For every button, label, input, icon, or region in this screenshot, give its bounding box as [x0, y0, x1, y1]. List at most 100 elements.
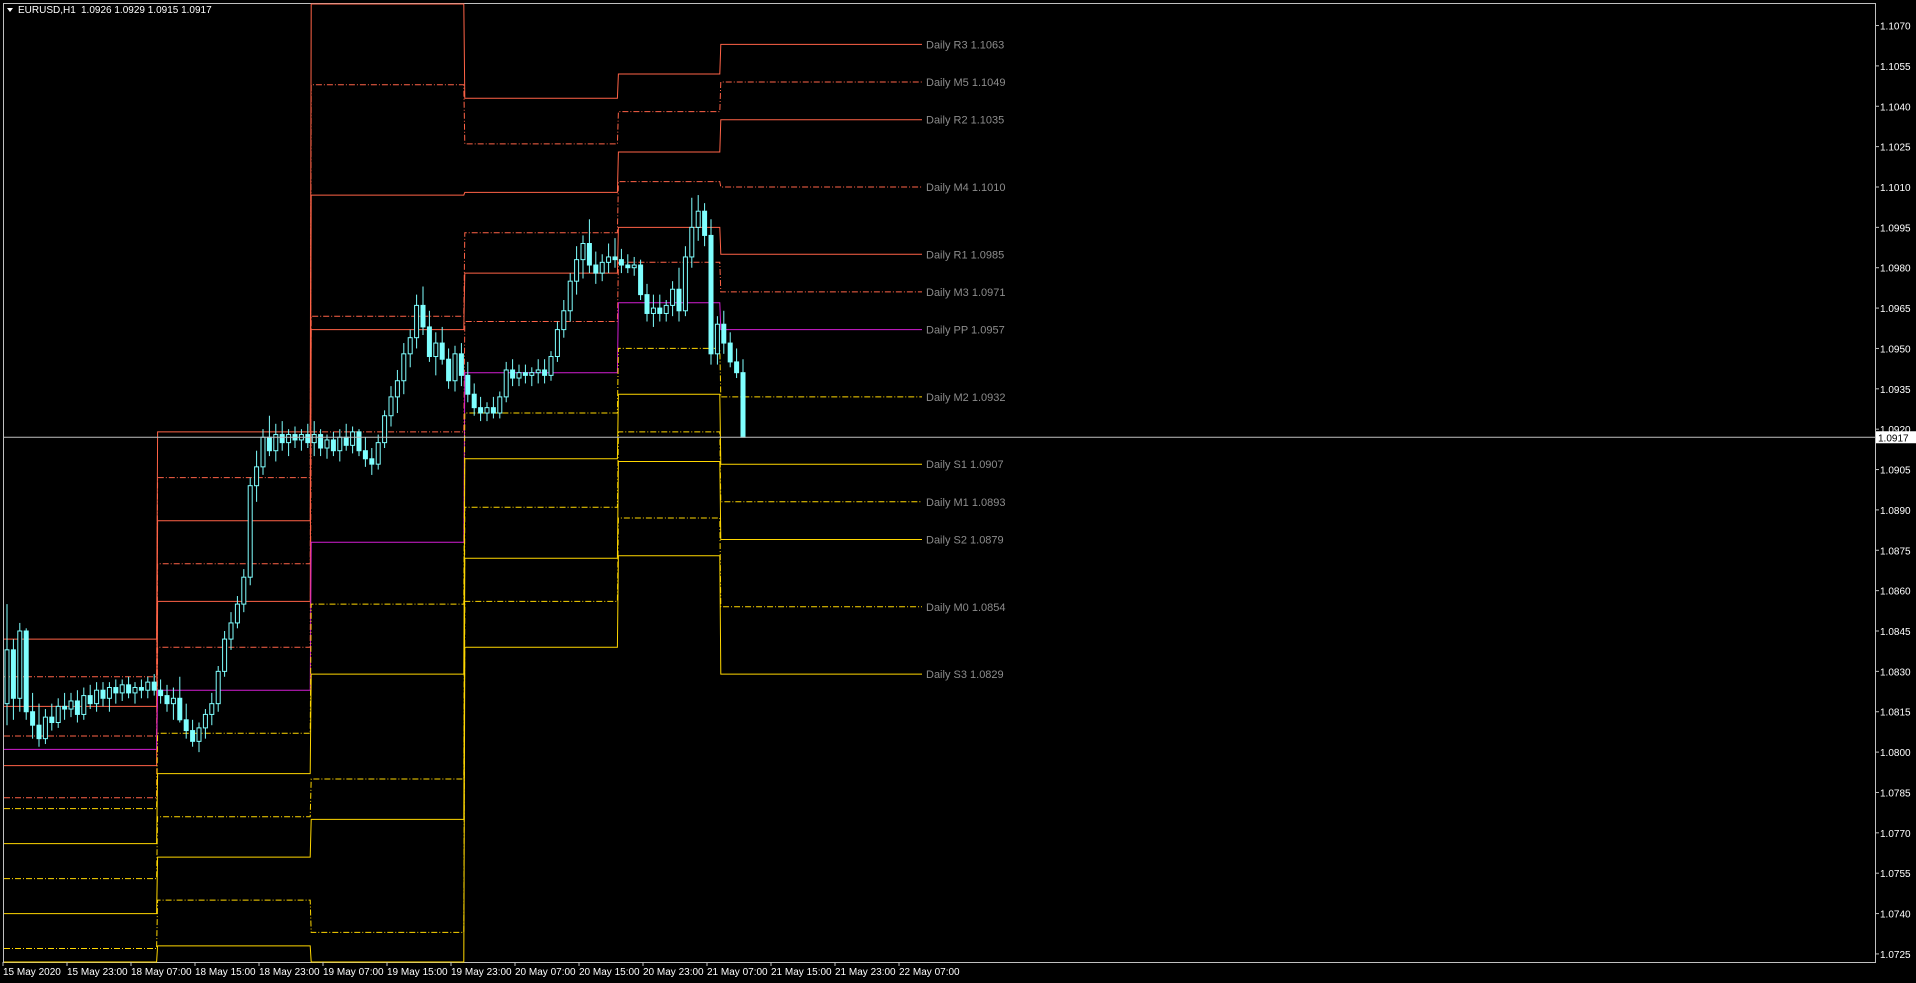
candle-bear — [740, 372, 746, 438]
candle-bear — [471, 393, 477, 409]
candle-bear — [625, 264, 631, 269]
candle-bull — [42, 716, 48, 740]
candle-bull — [311, 434, 317, 444]
y-tick-label: 1.0725 — [1880, 950, 1911, 961]
current-price-badge: 1.0917 — [1876, 431, 1916, 444]
x-tick-label: 18 May 23:00 — [259, 967, 320, 978]
chart-header: EURUSD,H1 1.0926 1.0929 1.0915 1.0917 — [7, 5, 212, 16]
candle-bear — [638, 264, 644, 296]
candle-bear — [510, 369, 516, 379]
price-chart[interactable]: Daily R3 1.1063 Daily M5 1.1049 Daily R2 1… — [0, 0, 1916, 983]
candle-bear — [356, 431, 362, 452]
candle-bear — [522, 372, 528, 376]
x-tick-label: 20 May 15:00 — [579, 967, 640, 978]
y-tick-label: 1.0965 — [1880, 304, 1911, 315]
candle-bull — [599, 261, 605, 274]
candle-bear — [87, 695, 93, 705]
y-tick-label: 1.0770 — [1880, 829, 1911, 840]
pivot-label-daily-s2: Daily S2 1.0879 — [926, 535, 1004, 547]
candle-bull — [81, 695, 87, 715]
y-tick-label: 1.0755 — [1880, 869, 1911, 880]
candle-bull — [407, 337, 413, 355]
candle-bull — [695, 210, 701, 228]
candle-bear — [113, 687, 119, 694]
candle-bull — [516, 372, 522, 379]
candle-bull — [4, 649, 10, 705]
candle-bear — [465, 374, 471, 395]
candle-bull — [209, 703, 215, 715]
candle-bear — [266, 436, 272, 452]
candle-bear — [618, 259, 624, 266]
candle-bull — [260, 436, 266, 468]
x-tick-label: 20 May 07:00 — [515, 967, 576, 978]
candle-bear — [62, 705, 68, 710]
candle-bear — [446, 358, 452, 382]
candle-bull — [554, 329, 560, 358]
candle-bull — [132, 687, 138, 694]
chart-background — [0, 0, 1916, 983]
y-tick-label: 1.1010 — [1880, 183, 1911, 194]
candle-bear — [542, 369, 548, 376]
pivot-label-daily-s3: Daily S3 1.0829 — [926, 669, 1004, 681]
pivot-label-daily-m4: Daily M4 1.1010 — [926, 182, 1006, 194]
candle-bull — [503, 369, 509, 398]
symbol-label: EURUSD,H1 — [18, 5, 76, 16]
candle-bear — [586, 243, 592, 266]
pivot-label-daily-m2: Daily M2 1.0932 — [926, 392, 1006, 404]
candle-bear — [644, 294, 650, 314]
candle-bear — [158, 689, 164, 697]
y-tick-label: 1.0740 — [1880, 910, 1911, 921]
candle-bull — [497, 396, 503, 414]
candle-bull — [382, 415, 388, 444]
pivot-label-daily-r2: Daily R2 1.1035 — [926, 115, 1004, 127]
pivot-label-daily-m5: Daily M5 1.1049 — [926, 77, 1006, 89]
candle-bull — [452, 353, 458, 382]
candle-bull — [663, 304, 669, 314]
candle-bear — [164, 695, 170, 705]
candle-bear — [36, 724, 42, 740]
x-tick-label: 21 May 23:00 — [835, 967, 896, 978]
x-tick-label: 21 May 07:00 — [707, 967, 768, 978]
candle-bull — [247, 485, 253, 578]
candle-bear — [10, 649, 16, 699]
y-tick-label: 1.0830 — [1880, 667, 1911, 678]
x-tick-label: 21 May 15:00 — [771, 967, 832, 978]
candle-bull — [433, 342, 439, 358]
candle-bear — [478, 407, 484, 414]
candle-bull — [548, 356, 554, 376]
candle-bull — [228, 622, 234, 640]
y-tick-label: 1.0875 — [1880, 546, 1911, 557]
candle-bull — [145, 681, 151, 691]
candle-bull — [682, 256, 688, 312]
y-tick-label: 1.0860 — [1880, 587, 1911, 598]
pivot-label-daily-m0: Daily M0 1.0854 — [926, 602, 1006, 614]
candle-bull — [388, 396, 394, 417]
candle-bull — [286, 434, 292, 444]
candle-bear — [676, 288, 682, 312]
ohlc-readout: 1.0926 1.0929 1.0915 1.0917 — [81, 5, 212, 16]
candle-bull — [394, 380, 400, 398]
candle-bear — [305, 434, 311, 444]
candle-bull — [215, 670, 221, 705]
candle-bull — [529, 372, 535, 376]
candle-bull — [650, 307, 656, 314]
candle-bull — [350, 431, 356, 446]
candle-bull — [689, 226, 695, 258]
candle-bull — [714, 323, 720, 355]
candle-bear — [420, 304, 426, 328]
candle-bear — [426, 326, 432, 358]
pivot-label-daily-pp: Daily PP 1.0957 — [926, 325, 1005, 337]
candle-bull — [631, 264, 637, 269]
x-tick-label: 15 May 2020 — [3, 967, 61, 978]
x-tick-label: 19 May 23:00 — [451, 967, 512, 978]
candle-bull — [94, 689, 100, 705]
y-tick-label: 1.1070 — [1880, 22, 1911, 33]
candle-bear — [30, 711, 36, 726]
x-tick-label: 18 May 15:00 — [195, 967, 256, 978]
candle-bull — [337, 436, 343, 452]
candle-bull — [574, 259, 580, 282]
candle-bear — [727, 342, 733, 363]
candle-bull — [254, 466, 260, 487]
candle-bull — [55, 705, 61, 724]
candle-bear — [369, 458, 375, 465]
